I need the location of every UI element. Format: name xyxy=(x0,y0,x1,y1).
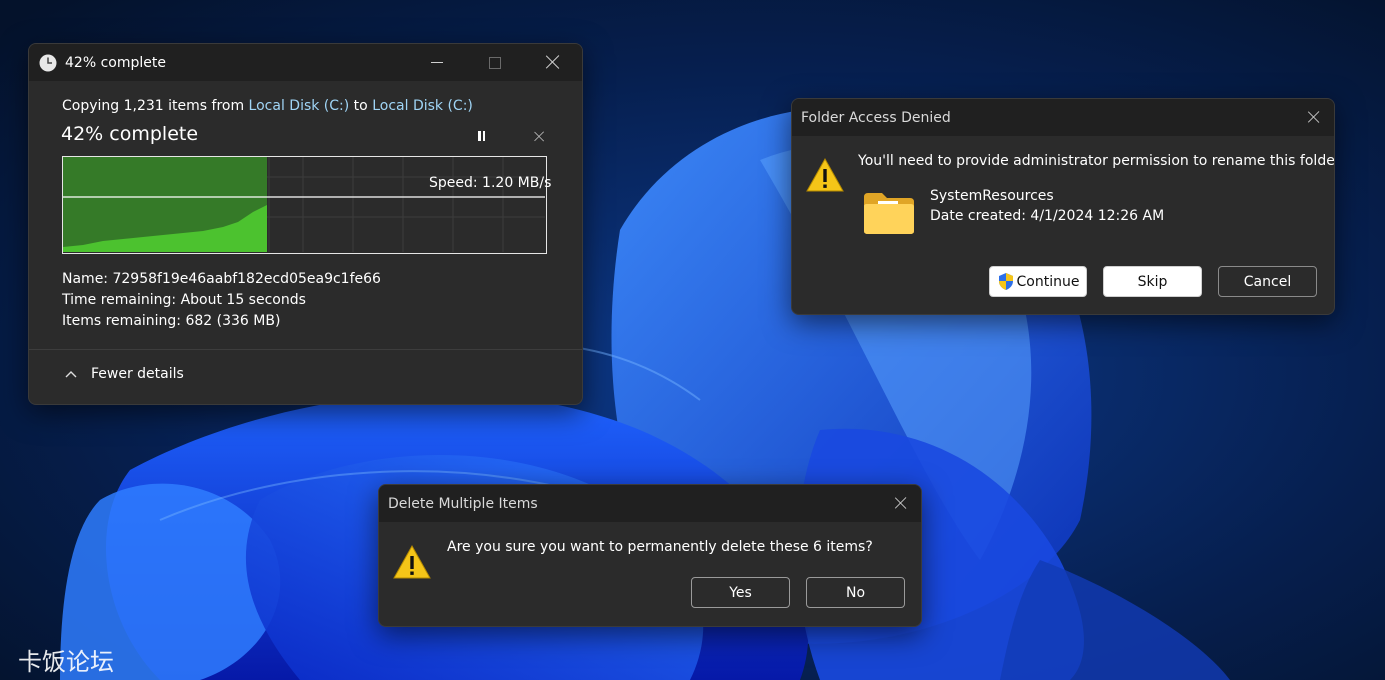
yes-button[interactable]: Yes xyxy=(691,577,790,608)
warning-icon xyxy=(806,157,844,192)
skip-button[interactable]: Skip xyxy=(1103,266,1202,297)
folder-name: SystemResources xyxy=(930,188,1054,204)
close-icon[interactable] xyxy=(894,496,908,510)
watermark: 卡饭论坛 xyxy=(18,648,114,676)
destination-link[interactable]: Local Disk (C:) xyxy=(372,98,473,114)
copy-window-title: 42% complete xyxy=(65,54,166,71)
fewer-details-button[interactable]: Fewer details xyxy=(65,366,184,382)
time-remaining: Time remaining: About 15 seconds xyxy=(62,292,306,308)
copy-window-titlebar[interactable]: 42% complete xyxy=(29,44,582,81)
source-link[interactable]: Local Disk (C:) xyxy=(249,98,350,114)
copy-desc-middle: to xyxy=(349,98,373,114)
access-dialog-titlebar[interactable]: Folder Access Denied xyxy=(792,99,1334,136)
uac-shield-icon xyxy=(998,273,1013,290)
copy-description: Copying 1,231 items from Local Disk (C:)… xyxy=(62,98,473,114)
delete-dialog-titlebar[interactable]: Delete Multiple Items xyxy=(379,485,921,522)
items-remaining: Items remaining: 682 (336 MB) xyxy=(62,313,281,329)
delete-message: Are you sure you want to permanently del… xyxy=(447,539,873,555)
folder-access-dialog: Folder Access Denied You'll need to prov… xyxy=(791,98,1335,315)
divider xyxy=(29,349,582,350)
warning-icon xyxy=(393,544,431,579)
close-icon[interactable] xyxy=(545,54,561,70)
stop-icon[interactable] xyxy=(534,131,543,140)
no-button[interactable]: No xyxy=(806,577,905,608)
file-name: Name: 72958f19e46aabf182ecd05ea9c1fe66 xyxy=(62,271,381,287)
fewer-details-label: Fewer details xyxy=(91,366,184,382)
copy-desc-prefix: Copying 1,231 items from xyxy=(62,98,249,114)
pause-icon[interactable] xyxy=(477,131,487,141)
access-message: You'll need to provide administrator per… xyxy=(858,153,1335,169)
progress-heading: 42% complete xyxy=(61,123,199,145)
speed-label: Speed: 1.20 MB/s xyxy=(429,175,552,191)
chevron-up-icon xyxy=(65,371,77,378)
delete-items-dialog: Delete Multiple Items Are you sure you w… xyxy=(378,484,922,627)
access-dialog-title: Folder Access Denied xyxy=(801,109,951,126)
maximize-icon[interactable] xyxy=(489,57,501,69)
continue-button[interactable]: Continue xyxy=(989,266,1087,297)
folder-date-created: Date created: 4/1/2024 12:26 AM xyxy=(930,208,1165,224)
delete-dialog-title: Delete Multiple Items xyxy=(388,495,538,512)
cancel-button[interactable]: Cancel xyxy=(1218,266,1317,297)
copy-progress-window: 42% complete Copying 1,231 items from Lo… xyxy=(28,43,583,405)
folder-icon xyxy=(864,193,914,234)
minimize-icon[interactable] xyxy=(431,62,443,64)
continue-label: Continue xyxy=(1016,273,1080,290)
clock-icon xyxy=(39,54,57,71)
close-icon[interactable] xyxy=(1307,110,1321,124)
progress-graph: Speed: 1.20 MB/s xyxy=(62,156,551,254)
